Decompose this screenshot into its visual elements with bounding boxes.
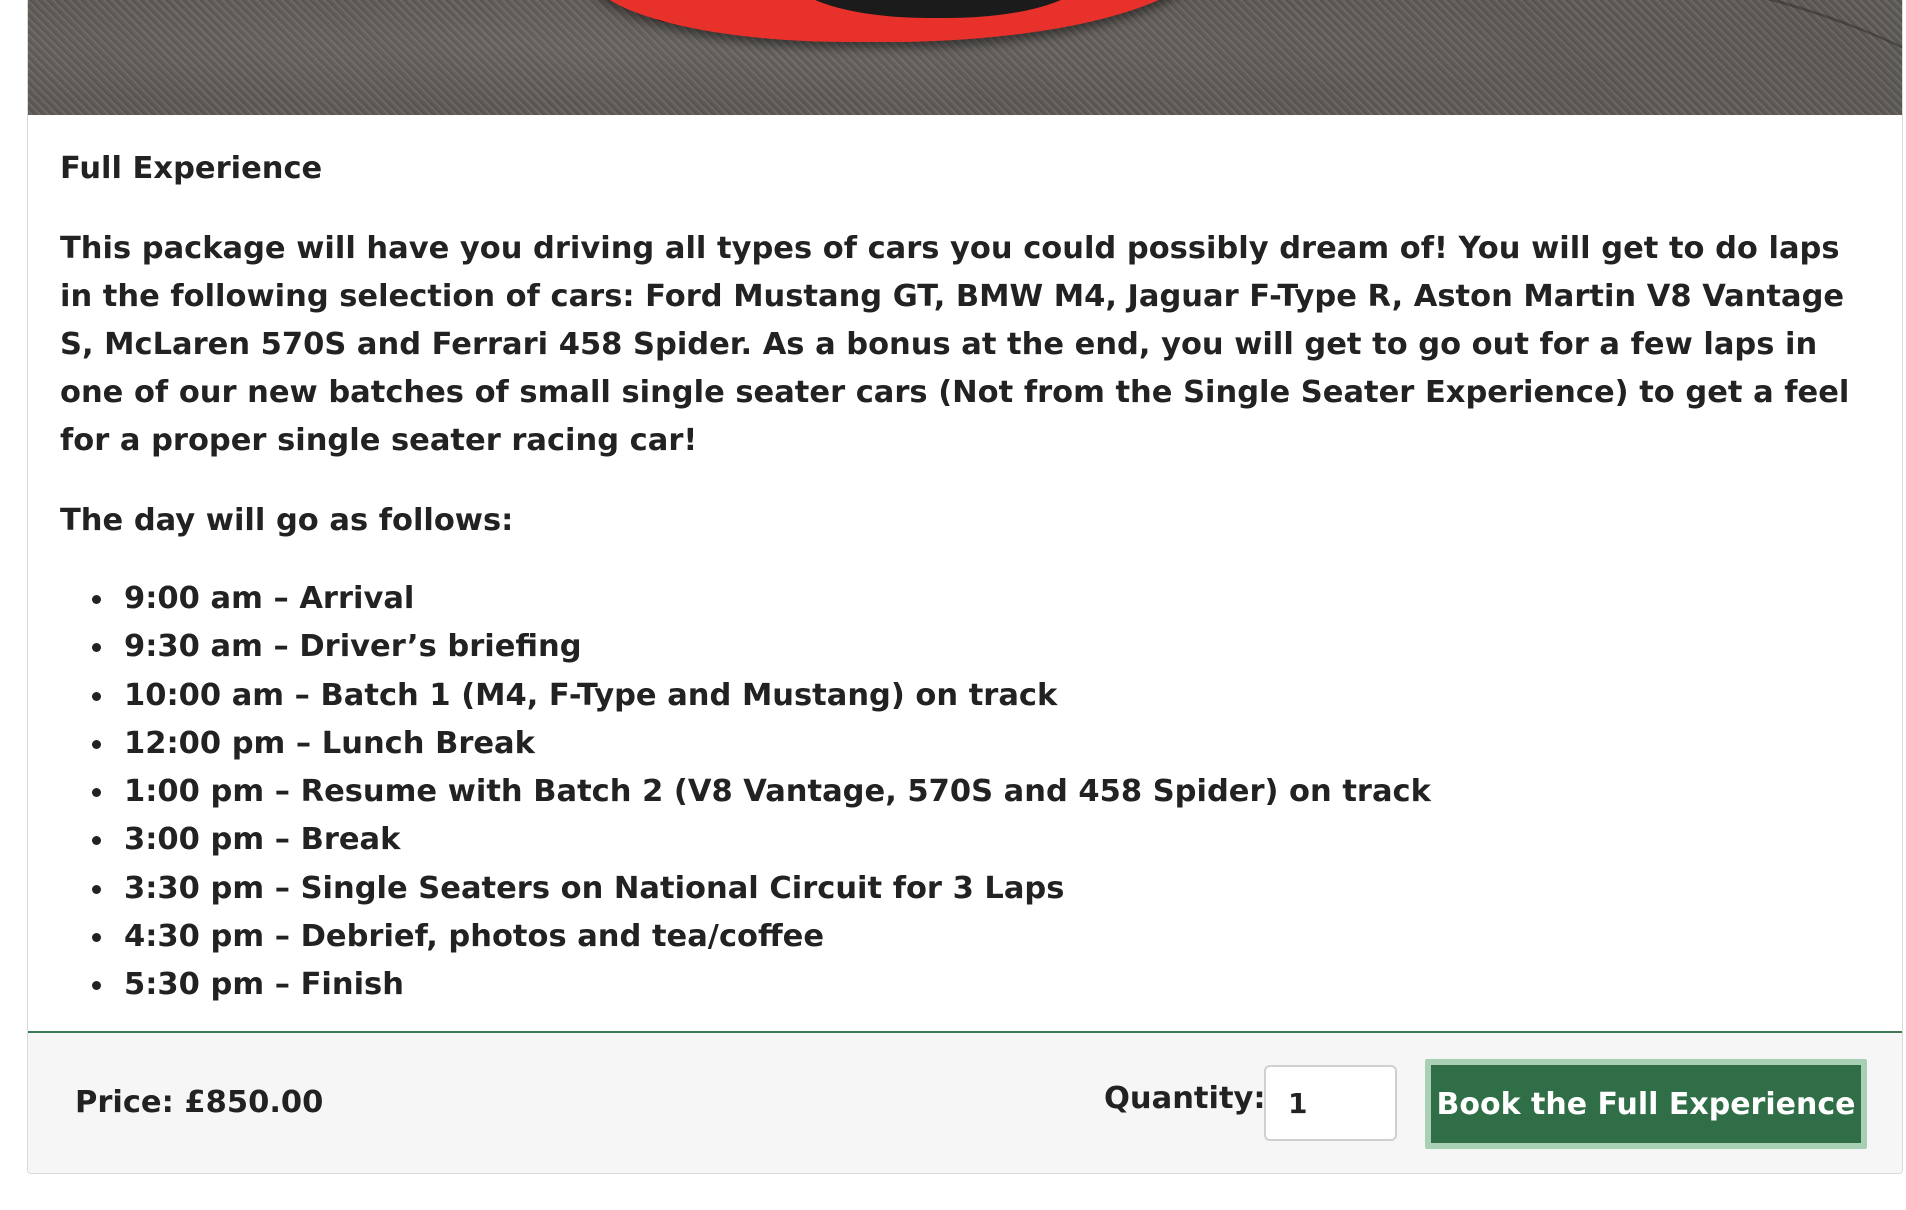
purchase-footer: Price: £850.00 Quantity: Book the Full E… — [28, 1031, 1902, 1173]
list-item: 9:00 am – Arrival — [92, 575, 1880, 623]
schedule-item-text: 1:00 pm – Resume with Batch 2 (V8 Vantag… — [124, 774, 1431, 810]
schedule-list: 9:00 am – Arrival 9:30 am – Driver’s bri… — [60, 575, 1880, 1010]
schedule-item-text: 3:30 pm – Single Seaters on National Cir… — [124, 870, 1065, 906]
experience-card: Full Experience This package will have y… — [27, 0, 1903, 1174]
bullet-icon — [92, 643, 101, 653]
list-item: 9:30 am – Driver’s briefing — [92, 623, 1880, 671]
schedule-item-text: 3:00 pm – Break — [124, 822, 401, 858]
bullet-icon — [92, 595, 101, 604]
bullet-icon — [92, 836, 101, 846]
schedule-intro: The day will go as follows: — [60, 503, 514, 538]
list-item: 3:30 pm – Single Seaters on National Cir… — [92, 865, 1880, 913]
list-item: 12:00 pm – Lunch Break — [92, 720, 1880, 768]
schedule-item-text: 5:30 pm – Finish — [124, 967, 404, 1003]
bullet-icon — [92, 739, 101, 749]
package-description: This package will have you driving all t… — [60, 231, 1850, 458]
schedule-item-text: 9:00 am – Arrival — [124, 581, 415, 616]
schedule-item-text: 12:00 pm – Lunch Break — [124, 725, 535, 761]
list-item: 1:00 pm – Resume with Batch 2 (V8 Vantag… — [92, 768, 1880, 816]
list-item: 3:00 pm – Break — [92, 816, 1880, 864]
list-item: 10:00 am – Batch 1 (M4, F-Type and Musta… — [92, 672, 1880, 720]
price-text: Price: £850.00 — [75, 1085, 324, 1120]
bullet-icon — [92, 933, 101, 943]
bullet-icon — [92, 788, 101, 798]
quantity-label: Quantity: — [1104, 1081, 1266, 1116]
hero-image — [28, 0, 1902, 115]
schedule-item-text: 10:00 am – Batch 1 (M4, F-Type and Musta… — [124, 677, 1058, 713]
bullet-icon — [92, 691, 101, 701]
book-button[interactable]: Book the Full Experience — [1425, 1059, 1867, 1149]
package-content: Full Experience This package will have y… — [60, 145, 1880, 1010]
schedule-item-text: 4:30 pm – Debrief, photos and tea/coffee — [124, 919, 825, 955]
package-title: Full Experience — [60, 151, 323, 186]
bullet-icon — [92, 981, 101, 991]
list-item: 4:30 pm – Debrief, photos and tea/coffee — [92, 913, 1880, 961]
quantity-input[interactable] — [1264, 1065, 1397, 1141]
schedule-item-text: 9:30 am – Driver’s briefing — [124, 629, 582, 665]
bullet-icon — [92, 884, 101, 894]
list-item: 5:30 pm – Finish — [92, 961, 1880, 1009]
tire-skid-mark — [1377, 0, 1902, 115]
